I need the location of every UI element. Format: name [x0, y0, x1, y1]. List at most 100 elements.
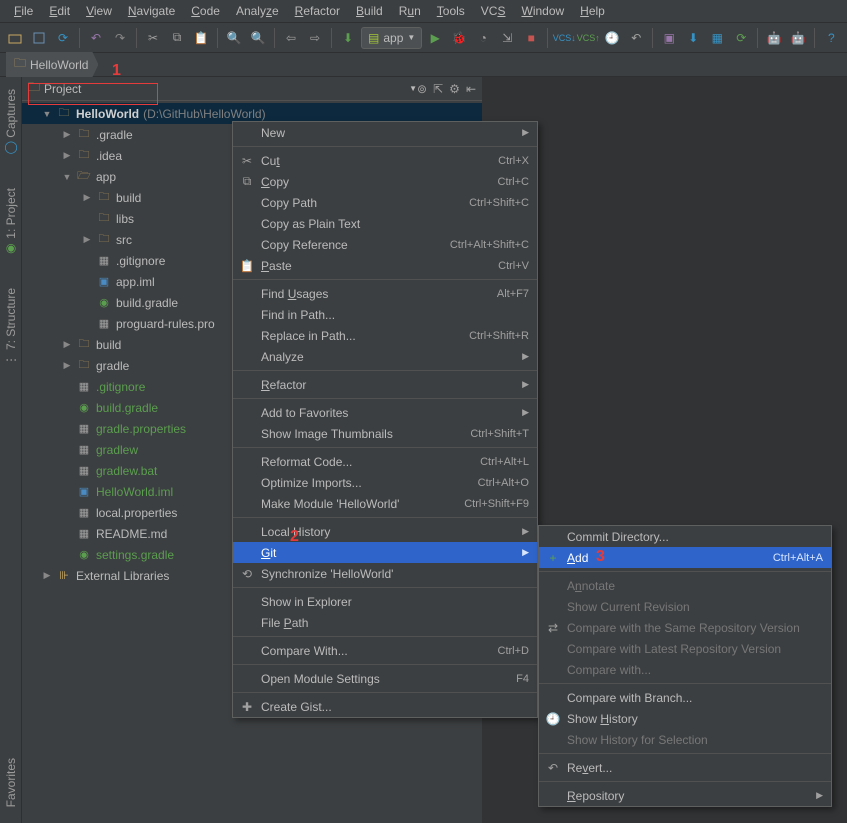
favorites-tab[interactable]: Favorites: [2, 752, 20, 813]
menu-item[interactable]: Copy ReferenceCtrl+Alt+Shift+C: [233, 234, 537, 255]
menu-navigate[interactable]: Navigate: [120, 1, 183, 21]
menu-item-label: Cut: [261, 154, 498, 168]
menu-item[interactable]: Git▶: [233, 542, 537, 563]
cut-icon[interactable]: ✂: [142, 27, 164, 49]
target-icon[interactable]: ⊚: [417, 82, 427, 96]
vcs-history-icon[interactable]: 🕘: [601, 27, 623, 49]
android-icon3[interactable]: 🤖: [787, 27, 809, 49]
menu-item[interactable]: Commit Directory...: [539, 526, 831, 547]
menu-item[interactable]: Reformat Code...Ctrl+Alt+L: [233, 451, 537, 472]
panel-view-icon[interactable]: 🗀: [28, 78, 40, 99]
proj-struct-icon[interactable]: ▦: [706, 27, 728, 49]
tree-root-path: (D:\GitHub\HelloWorld): [143, 107, 265, 121]
menu-item[interactable]: Find UsagesAlt+F7: [233, 283, 537, 304]
menu-item-icon: ✚: [239, 700, 255, 714]
menu-item[interactable]: ↶Revert...: [539, 757, 831, 778]
menu-item[interactable]: File Path: [233, 612, 537, 633]
menu-item: ⇄Compare with the Same Repository Versio…: [539, 617, 831, 638]
menu-item[interactable]: Refactor▶: [233, 374, 537, 395]
menu-item[interactable]: Show Image ThumbnailsCtrl+Shift+T: [233, 423, 537, 444]
menu-item[interactable]: 📋PasteCtrl+V: [233, 255, 537, 276]
collapse-icon[interactable]: ⇱: [433, 82, 443, 96]
structure-tab[interactable]: ⋮7: Structure: [2, 282, 20, 372]
menu-item[interactable]: ⧉CopyCtrl+C: [233, 171, 537, 192]
replace-icon[interactable]: 🔍: [247, 27, 269, 49]
menu-item[interactable]: Optimize Imports...Ctrl+Alt+O: [233, 472, 537, 493]
dropdown-icon[interactable]: ▼: [409, 84, 417, 93]
menu-item[interactable]: Make Module 'HelloWorld'Ctrl+Shift+F9: [233, 493, 537, 514]
stop-icon[interactable]: ■: [520, 27, 542, 49]
avd-icon[interactable]: ▣: [658, 27, 680, 49]
git-submenu: Commit Directory...+AddCtrl+Alt+AAnnotat…: [538, 525, 832, 807]
captures-tab[interactable]: ◯Captures: [2, 83, 20, 162]
menu-item[interactable]: ⟲Synchronize 'HelloWorld': [233, 563, 537, 584]
menu-tools[interactable]: Tools: [429, 1, 473, 21]
panel-title[interactable]: Project: [44, 82, 405, 96]
menu-item[interactable]: Repository▶: [539, 785, 831, 806]
menu-vcs[interactable]: VCS: [473, 1, 514, 21]
menu-item-label: Compare with Latest Repository Version: [567, 642, 823, 656]
sync-gradle-icon[interactable]: ⟳: [730, 27, 752, 49]
menu-item[interactable]: Replace in Path...Ctrl+Shift+R: [233, 325, 537, 346]
menu-item[interactable]: Analyze▶: [233, 346, 537, 367]
menu-code[interactable]: Code: [183, 1, 228, 21]
shortcut: Ctrl+Alt+L: [480, 456, 529, 468]
menu-item[interactable]: ✚Create Gist...: [233, 696, 537, 717]
menu-item[interactable]: ✂CutCtrl+X: [233, 150, 537, 171]
debug-icon[interactable]: 🐞: [448, 27, 470, 49]
menu-build[interactable]: Build: [348, 1, 391, 21]
menu-file[interactable]: File: [6, 1, 41, 21]
help-icon[interactable]: ?: [820, 27, 842, 49]
run-config-selector[interactable]: ▤ app ▼: [361, 27, 422, 49]
vcs-update-icon[interactable]: VCS↓: [553, 27, 575, 49]
menu-item[interactable]: Local History▶: [233, 521, 537, 542]
copy-icon[interactable]: ⧉: [166, 27, 188, 49]
make-icon[interactable]: ⬇: [337, 27, 359, 49]
vcs-commit-icon[interactable]: VCS↑: [577, 27, 599, 49]
android-icon2[interactable]: 🤖: [763, 27, 785, 49]
open-icon[interactable]: [4, 27, 26, 49]
menu-item[interactable]: Copy as Plain Text: [233, 213, 537, 234]
menu-edit[interactable]: Edit: [41, 1, 78, 21]
gear-icon[interactable]: ⚙: [449, 82, 460, 96]
submenu-icon: ▶: [816, 790, 823, 801]
menu-item[interactable]: Show in Explorer: [233, 591, 537, 612]
menu-item-label: Add to Favorites: [261, 406, 516, 420]
find-icon[interactable]: 🔍: [223, 27, 245, 49]
vcs-revert-icon[interactable]: ↶: [625, 27, 647, 49]
undo-icon[interactable]: ↶: [85, 27, 107, 49]
menu-item: Show Current Revision: [539, 596, 831, 617]
forward-icon[interactable]: ⇨: [304, 27, 326, 49]
profile-icon[interactable]: ◔: [472, 27, 494, 49]
menu-item[interactable]: Add to Favorites▶: [233, 402, 537, 423]
menu-item[interactable]: Copy PathCtrl+Shift+C: [233, 192, 537, 213]
tree-root-name: HelloWorld: [76, 107, 139, 121]
breadcrumb-item[interactable]: 🗀 HelloWorld: [6, 52, 98, 77]
expand-icon[interactable]: ▼: [42, 109, 52, 119]
menu-analyze[interactable]: Analyze: [228, 1, 287, 21]
project-tab[interactable]: ◉1: Project: [2, 182, 20, 263]
menu-run[interactable]: Run: [391, 1, 429, 21]
menu-refactor[interactable]: Refactor: [287, 1, 348, 21]
menu-item[interactable]: Compare with Branch...: [539, 687, 831, 708]
attach-icon[interactable]: ⇲: [496, 27, 518, 49]
menu-item[interactable]: +AddCtrl+Alt+A: [539, 547, 831, 568]
back-icon[interactable]: ⇦: [280, 27, 302, 49]
menu-window[interactable]: Window: [513, 1, 572, 21]
menu-item-label: Make Module 'HelloWorld': [261, 497, 464, 511]
shortcut: Ctrl+Alt+A: [773, 552, 823, 564]
menu-item[interactable]: Find in Path...: [233, 304, 537, 325]
paste-icon[interactable]: 📋: [190, 27, 212, 49]
save-icon[interactable]: [28, 27, 50, 49]
run-icon[interactable]: ▶: [424, 27, 446, 49]
sdk-icon[interactable]: ⬇: [682, 27, 704, 49]
menu-item[interactable]: Open Module SettingsF4: [233, 668, 537, 689]
menu-item[interactable]: 🕘Show History: [539, 708, 831, 729]
menu-view[interactable]: View: [78, 1, 120, 21]
redo-icon[interactable]: ↷: [109, 27, 131, 49]
menu-item[interactable]: Compare With...Ctrl+D: [233, 640, 537, 661]
menu-help[interactable]: Help: [572, 1, 613, 21]
menu-item[interactable]: New▶: [233, 122, 537, 143]
hide-icon[interactable]: ⇤: [466, 82, 476, 96]
sync-icon[interactable]: ⟳: [52, 27, 74, 49]
